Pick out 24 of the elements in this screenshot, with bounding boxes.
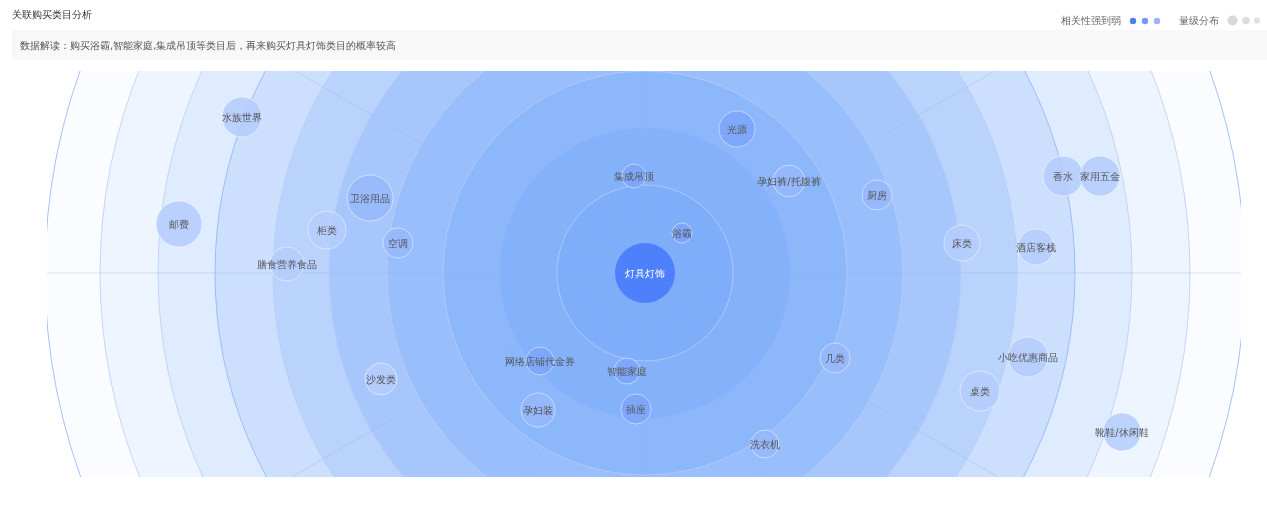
category-bubble: 邮费 [155, 200, 203, 248]
category-bubble: 浴霸 [671, 222, 693, 244]
category-bubble: 洗衣机 [750, 429, 780, 459]
relevance-dots-icon [1129, 16, 1163, 25]
panel-title: 关联购买类目分析 [12, 8, 92, 22]
magnitude-dots-icon [1227, 15, 1261, 26]
category-bubble: 柜类 [307, 210, 347, 250]
insight-text: 数据解读：购买浴霸,智能家庭,集成吊顶等类目后，再来购买灯具灯饰类目的概率较高 [20, 38, 397, 53]
category-bubble: 沙发类 [364, 362, 398, 396]
category-bubble: 床类 [943, 224, 981, 262]
legend-label: 相关性强到弱 [1061, 14, 1121, 28]
category-bubble: 插座 [620, 393, 652, 425]
category-bubble: 酒店客栈 [1016, 228, 1056, 266]
category-bubble: 桌类 [959, 370, 1001, 412]
category-bubble: 空调 [382, 227, 414, 259]
center-category-bubble: 灯具灯饰 [615, 243, 675, 303]
category-bubble: 几类 [819, 342, 851, 374]
category-bubble: 光源 [718, 110, 756, 148]
category-bubble: 水族世界 [221, 96, 263, 138]
category-bubble: 孕妇装 [520, 392, 556, 428]
legend-label: 量级分布 [1179, 14, 1219, 28]
category-bubble: 厨房 [861, 179, 893, 211]
category-bubble: 卫浴用品 [346, 174, 394, 222]
category-bubble: 网络店铺代金券 [505, 346, 575, 376]
